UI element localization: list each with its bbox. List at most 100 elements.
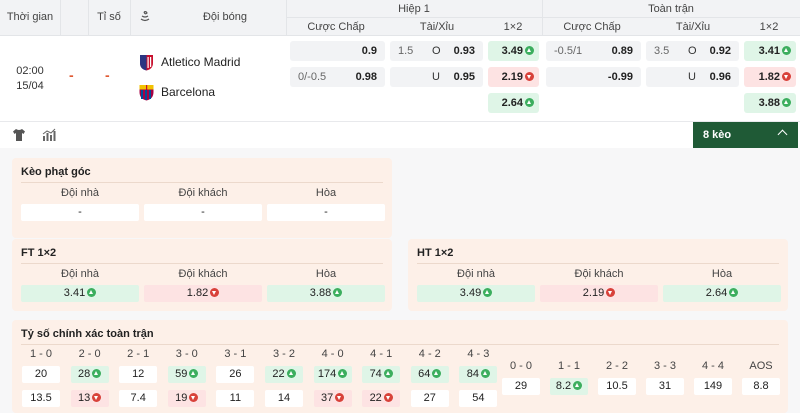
exact-score-odd[interactable]: 12 (119, 366, 158, 383)
ht-1x2-card: HT 1×2 Đội nhà Đội khách Hòa 3.49 2.19 2… (408, 239, 788, 311)
draw-score-odd[interactable]: 10.5 (598, 378, 636, 395)
stats-chart-icon[interactable] (42, 128, 56, 142)
score-away: - (105, 67, 110, 83)
sub-1x2-ft: 1×2 (759, 21, 779, 33)
exact-score-odd[interactable]: 19 (167, 390, 206, 407)
arrow-up-icon (481, 369, 491, 378)
draw-score-odd[interactable]: 8.2 (550, 378, 588, 395)
exact-score-odd[interactable]: 13 (70, 390, 109, 407)
sub-ou-ft: Tài/Xỉu (675, 21, 711, 33)
exact-score-odd[interactable]: 7.4 (119, 390, 158, 407)
arrow-down-icon (335, 393, 345, 402)
exact-score-odd[interactable]: 13.5 (22, 390, 60, 407)
markets-toggle-button[interactable]: 8 kèo (693, 122, 798, 148)
ft-hc-home[interactable]: -0.5/1 0.89 (546, 41, 641, 61)
exact-score-odd[interactable]: 54 (459, 390, 498, 407)
ft-1x2-home[interactable]: 3.41 (744, 41, 796, 61)
ht-1x2-title: HT 1×2 (417, 247, 454, 259)
exact-score-odd[interactable]: 22 (265, 366, 303, 383)
arrow-down-icon (383, 393, 393, 402)
score-home: - (69, 67, 74, 83)
ft-1x2-card: FT 1×2 Đội nhà Đội khách Hòa 3.41 1.82 3… (12, 239, 392, 311)
h1-1x2-draw[interactable]: 2.64 (488, 93, 539, 113)
score-label: 4 - 2 (418, 348, 441, 360)
score-label: 3 - 0 (175, 348, 198, 360)
corner-away[interactable]: - (144, 204, 262, 221)
exact-score-odd[interactable]: 27 (410, 390, 449, 407)
arrow-up-icon (525, 46, 534, 55)
kickoff-time: 02:00 15/04 (16, 65, 44, 92)
exact-score-odd[interactable]: 26 (216, 366, 255, 383)
score-label: 3 - 2 (272, 348, 295, 360)
exact-score-odd[interactable]: 20 (22, 366, 60, 383)
ft-1x2-away-cell[interactable]: 1.82 (144, 285, 262, 302)
arrow-down-icon (525, 72, 534, 81)
score-label: 3 - 1 (224, 348, 247, 360)
ft-ou-over[interactable]: 3.5 O 0.92 (646, 41, 739, 61)
exact-score-odd[interactable]: 37 (313, 390, 352, 407)
group-half1: Hiệp 1 (398, 3, 430, 15)
match-row[interactable]: 02:00 15/04 - - Atletico Madrid Barcelon… (0, 36, 800, 122)
team-away[interactable]: Barcelona (138, 82, 215, 102)
h1-ou-over[interactable]: 1.5 O 0.93 (390, 41, 483, 61)
h1-ou-under[interactable]: U 0.95 (390, 67, 483, 87)
ht-1x2-home-cell[interactable]: 3.49 (417, 285, 535, 302)
score-label: 2 - 1 (127, 348, 150, 360)
col-time: Thời gian (6, 11, 54, 23)
stadium-icon (137, 9, 153, 26)
team-home[interactable]: Atletico Madrid (138, 52, 240, 72)
markets-panel: Kèo phạt góc Đội nhà Đội khách Hòa - - -… (0, 148, 800, 413)
corner-card: Kèo phạt góc Đội nhà Đội khách Hòa - - - (12, 158, 392, 238)
arrow-up-icon (87, 288, 97, 297)
team-home-name: Atletico Madrid (161, 55, 241, 69)
group-full: Toàn trận (648, 3, 694, 15)
arrow-up-icon (286, 369, 296, 378)
exact-score-odd[interactable]: 59 (167, 366, 206, 383)
ft-1x2-draw-cell[interactable]: 3.88 (267, 285, 385, 302)
ft-hc-away[interactable]: -0.99 (546, 67, 641, 87)
exact-score-odd[interactable]: 174 (313, 366, 352, 383)
score-label: 1 - 0 (29, 348, 52, 360)
exact-score-card: Tỷ số chính xác toàn trận 1 - 0 20 13.5 2 -… (12, 320, 788, 413)
ht-1x2-draw-cell[interactable]: 2.64 (663, 285, 781, 302)
corner-draw[interactable]: - (267, 204, 385, 221)
exact-score-odd[interactable]: 22 (362, 390, 401, 407)
corner-title: Kèo phạt góc (21, 166, 91, 178)
h1-hc-away[interactable]: 0/-0.5 0.98 (290, 67, 385, 87)
ft-1x2-draw[interactable]: 3.88 (744, 93, 796, 113)
arrow-up-icon (432, 369, 442, 378)
draw-score-odd[interactable]: 8.8 (742, 378, 780, 395)
exact-score-odd[interactable]: 74 (362, 366, 401, 383)
shirt-icon[interactable] (12, 128, 26, 142)
arrow-down-icon (189, 393, 199, 402)
draw-score-odd[interactable]: 149 (694, 378, 732, 395)
ft-ou-under[interactable]: U 0.96 (646, 67, 739, 87)
ft-1x2-home-cell[interactable]: 3.41 (21, 285, 139, 302)
arrow-up-icon (338, 369, 348, 378)
chevron-up-icon (777, 129, 788, 140)
exact-score-odd[interactable]: 84 (459, 366, 498, 383)
score-label: 4 - 3 (467, 348, 490, 360)
col-score: Tỉ số (97, 11, 121, 23)
arrow-up-icon (92, 369, 102, 378)
exact-score-odd[interactable]: 28 (70, 366, 109, 383)
ft-1x2-away[interactable]: 1.82 (744, 67, 796, 87)
arrow-up-icon (333, 288, 343, 297)
table-header: Thời gian Tỉ số Đội bóng Hiệp 1 Toàn trậ… (0, 0, 800, 36)
h1-1x2-home[interactable]: 3.49 (488, 41, 539, 61)
match-toolbar: 8 kèo (0, 122, 800, 148)
team-away-name: Barcelona (161, 85, 216, 99)
draw-score-label: 1 - 1 (557, 360, 580, 372)
exact-score-odd[interactable]: 14 (265, 390, 303, 407)
draw-score-odd[interactable]: 31 (646, 378, 684, 395)
exact-score-odd[interactable]: 11 (216, 390, 255, 407)
h1-hc-home[interactable]: 0.9 (290, 41, 385, 61)
score-label: 4 - 0 (321, 348, 344, 360)
draw-score-odd[interactable]: 29 (502, 378, 540, 395)
arrow-up-icon (383, 369, 393, 378)
ht-1x2-away-cell[interactable]: 2.19 (540, 285, 658, 302)
exact-score-odd[interactable]: 64 (410, 366, 449, 383)
corner-home[interactable]: - (21, 204, 139, 221)
arrow-up-icon (525, 98, 534, 107)
h1-1x2-away[interactable]: 2.19 (488, 67, 539, 87)
